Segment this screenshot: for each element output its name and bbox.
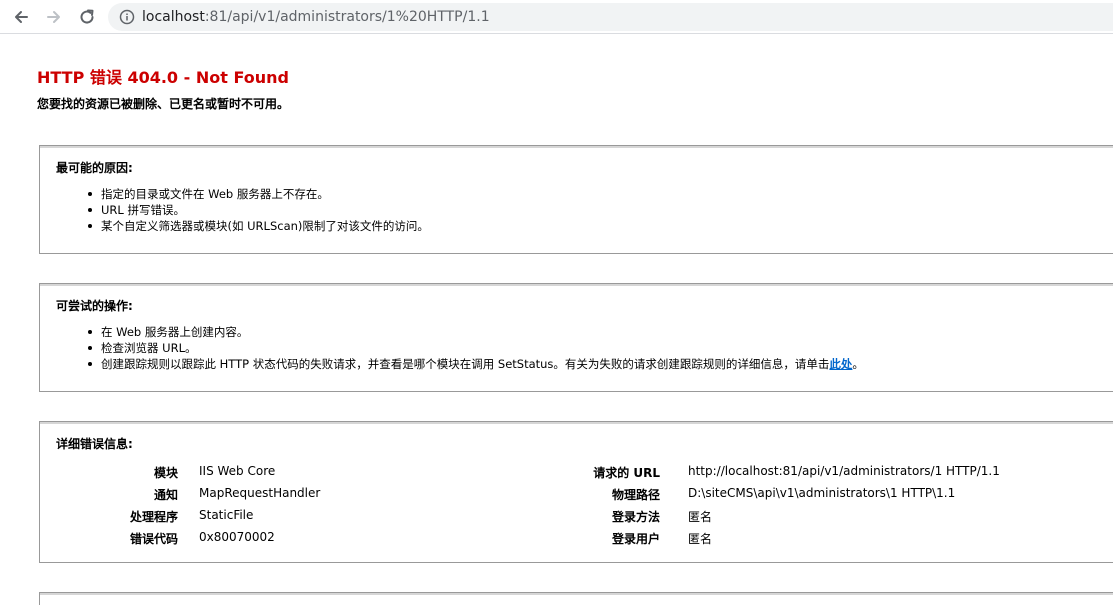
detail-value: http://localhost:81/api/v1/administrator… — [688, 464, 1000, 478]
list-item: 某个自定义筛选器或模块(如 URLScan)限制了对该文件的访问。 — [88, 219, 429, 233]
detail-label: 通知 — [153, 488, 178, 502]
causes-list: 指定的目录或文件在 Web 服务器上不存在。 URL 拼写错误。 某个自定义筛选… — [88, 186, 429, 234]
list-item: URL 拼写错误。 — [88, 202, 429, 218]
back-button[interactable] — [8, 4, 34, 30]
detail-label: 登录用户 — [611, 532, 660, 546]
list-item: 检查浏览器 URL。 — [88, 340, 864, 356]
browser-toolbar: localhost:81/api/v1/administrators/1%20H… — [0, 0, 1113, 34]
forward-button[interactable] — [41, 4, 67, 30]
detail-label: 请求的 URL — [593, 466, 660, 480]
details-panel: 详细错误信息: 模块 IIS Web Core 通知 MapRequestHan… — [39, 421, 1113, 563]
error-page: HTTP 错误 404.0 - Not Found 您要找的资源已被删除、已更名… — [0, 35, 1113, 605]
more-info-panel — [39, 592, 1113, 605]
detail-label: 处理程序 — [129, 510, 178, 524]
address-bar[interactable]: localhost:81/api/v1/administrators/1%20H… — [108, 3, 1113, 31]
reload-icon — [80, 9, 94, 24]
url-host: localhost — [142, 9, 205, 25]
error-subtitle: 您要找的资源已被删除、已更名或暂时不可用。 — [37, 97, 290, 111]
detail-value: StaticFile — [199, 508, 254, 522]
detail-value: 0x80070002 — [199, 530, 275, 544]
detail-value: MapRequestHandler — [199, 486, 321, 500]
causes-heading: 最可能的原因: — [56, 161, 133, 175]
action-trace-end: 。 — [852, 357, 864, 371]
detail-label: 登录方法 — [611, 510, 660, 524]
list-item: 指定的目录或文件在 Web 服务器上不存在。 — [88, 186, 429, 202]
url-path: :81/api/v1/administrators/1%20HTTP/1.1 — [204, 9, 490, 25]
details-heading: 详细错误信息: — [56, 437, 133, 451]
list-item: 创建跟踪规则以跟踪此 HTTP 状态代码的失败请求，并查看是哪个模块在调用 Se… — [88, 356, 864, 372]
list-item: 在 Web 服务器上创建内容。 — [88, 324, 864, 340]
arrow-right-icon — [47, 11, 60, 23]
info-icon[interactable] — [119, 9, 135, 25]
reload-button[interactable] — [74, 4, 100, 30]
actions-heading: 可尝试的操作: — [56, 299, 133, 313]
error-title: HTTP 错误 404.0 - Not Found — [37, 68, 289, 87]
url-text[interactable]: localhost:81/api/v1/administrators/1%20H… — [142, 8, 490, 26]
detail-label: 模块 — [153, 466, 178, 480]
detail-value: IIS Web Core — [199, 464, 276, 478]
detail-value: 匿名 — [688, 532, 713, 546]
actions-panel: 可尝试的操作: 在 Web 服务器上创建内容。 检查浏览器 URL。 创建跟踪规… — [39, 283, 1113, 392]
actions-list: 在 Web 服务器上创建内容。 检查浏览器 URL。 创建跟踪规则以跟踪此 HT… — [88, 324, 864, 372]
detail-value: 匿名 — [688, 510, 713, 524]
detail-value: D:\siteCMS\api\v1\administrators\1 HTTP\… — [688, 486, 956, 500]
action-trace-text: 创建跟踪规则以跟踪此 HTTP 状态代码的失败请求，并查看是哪个模块在调用 Se… — [101, 357, 830, 371]
detail-label: 物理路径 — [611, 488, 660, 502]
causes-panel: 最可能的原因: 指定的目录或文件在 Web 服务器上不存在。 URL 拼写错误。… — [39, 145, 1113, 254]
arrow-left-icon — [15, 11, 28, 23]
here-link[interactable]: 此处 — [829, 357, 852, 371]
detail-label: 错误代码 — [129, 532, 178, 546]
